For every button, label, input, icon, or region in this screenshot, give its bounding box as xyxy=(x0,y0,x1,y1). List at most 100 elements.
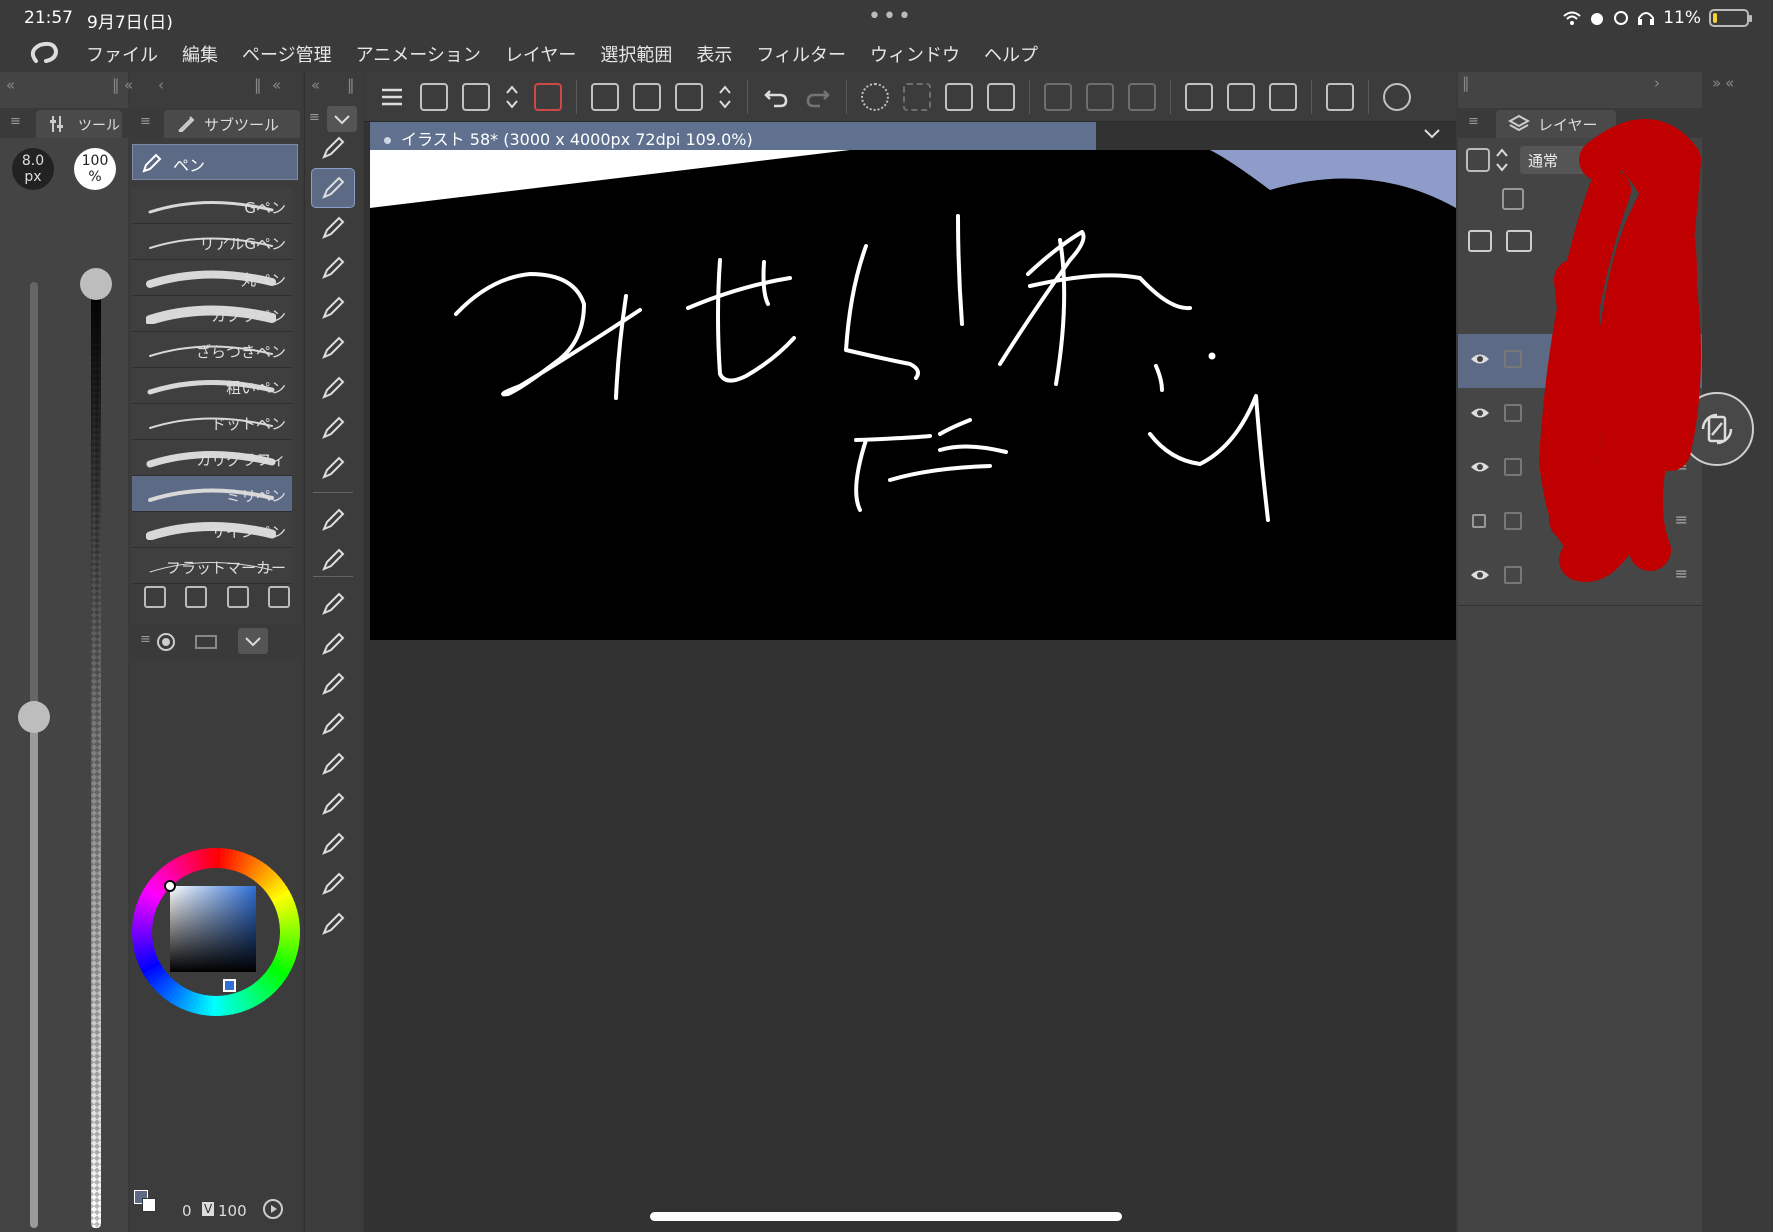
delete-layer-icon[interactable] xyxy=(1656,230,1676,252)
brush-size-slider-knob[interactable] xyxy=(18,701,50,734)
new-layer-icon[interactable] xyxy=(1468,230,1492,252)
layer-handle-icon[interactable]: ≡ xyxy=(1675,564,1688,583)
color-swatch-icon[interactable] xyxy=(134,1190,160,1216)
deselect-icon[interactable] xyxy=(1044,82,1072,111)
sv-picker-handle[interactable] xyxy=(164,880,176,892)
tool-balloon-icon[interactable] xyxy=(311,624,355,664)
layer-row[interactable]: 常 ≡ xyxy=(1458,496,1702,552)
layer-row[interactable]: ≡ xyxy=(1458,388,1702,444)
brush-item[interactable]: ざらつきペン xyxy=(132,332,292,368)
new-folder-icon[interactable] xyxy=(1506,230,1532,252)
collapse-left-icon[interactable]: « xyxy=(6,76,15,94)
tool-brush-icon[interactable] xyxy=(311,248,355,288)
menu-layer[interactable]: レイヤー xyxy=(505,41,576,67)
brush-item[interactable]: カリグラフィ xyxy=(132,440,292,476)
chevron-right-icon[interactable]: › xyxy=(1654,74,1660,92)
save-icon[interactable] xyxy=(675,82,703,111)
tool-fill-icon[interactable] xyxy=(311,784,355,824)
subtool-group-pen[interactable]: ペン xyxy=(132,144,298,180)
menu-help[interactable]: ヘルプ xyxy=(984,41,1038,67)
tool-text-icon[interactable] xyxy=(311,584,355,624)
document-tab[interactable]: イラスト 58* (3000 x 4000px 72dpi 109.0%) xyxy=(370,122,1096,150)
tool-figure-ruler-icon[interactable] xyxy=(311,448,355,488)
panel-menu-icon[interactable]: ≡ xyxy=(10,114,21,129)
select-all-icon[interactable] xyxy=(903,82,931,111)
layer-color-icon[interactable] xyxy=(1466,148,1490,172)
brush-item[interactable]: 粗いペン xyxy=(132,368,292,404)
expand-selection-icon[interactable] xyxy=(1128,82,1156,111)
redo-icon[interactable] xyxy=(804,83,832,111)
chevron-down-icon[interactable] xyxy=(1422,126,1442,142)
color-wheel[interactable] xyxy=(132,848,300,1016)
menu-edit[interactable]: 編集 xyxy=(182,41,218,67)
brush-ruler-icon[interactable] xyxy=(1227,82,1255,111)
hidden-layer-box[interactable] xyxy=(1472,514,1486,528)
panel-grip-icon[interactable]: ‖ xyxy=(1462,74,1470,92)
brush-item[interactable]: サインペン xyxy=(132,512,292,548)
brush-item[interactable]: 丸ペン xyxy=(132,260,292,296)
panel-menu-icon[interactable]: ≡ xyxy=(140,114,151,129)
layer-handle-icon[interactable]: ≡ xyxy=(1675,510,1688,529)
brush-item[interactable]: カブラペン xyxy=(132,296,292,332)
eye-icon[interactable] xyxy=(1470,568,1490,582)
crop-icon[interactable] xyxy=(987,82,1015,111)
tool-blend-icon[interactable] xyxy=(311,368,355,408)
undo-icon[interactable] xyxy=(762,83,790,111)
menu-page[interactable]: ページ管理 xyxy=(242,41,332,67)
collapse-tools-icon[interactable]: « xyxy=(311,76,320,94)
panel-grip-icon[interactable]: ‖ xyxy=(347,76,355,94)
layer-row[interactable]: ≡ xyxy=(1458,550,1702,606)
layer-handle-icon[interactable]: ≡ xyxy=(1675,456,1688,475)
hamburger-menu-icon[interactable] xyxy=(378,83,406,111)
tab-layer[interactable]: レイヤー xyxy=(1496,110,1616,138)
tool-hand-icon[interactable] xyxy=(311,744,355,784)
duplicate-subtool-icon[interactable] xyxy=(226,586,249,608)
color-panel-dropdown[interactable] xyxy=(238,628,268,654)
layer-handle-icon[interactable]: ≡ xyxy=(1675,348,1688,367)
blend-mode-select[interactable]: 通常 xyxy=(1520,146,1610,174)
brush-item[interactable]: フラットマーカー xyxy=(132,548,292,584)
eye-icon[interactable] xyxy=(1470,460,1490,474)
tool-3d-icon[interactable] xyxy=(311,824,355,864)
open-folder-icon[interactable] xyxy=(633,82,661,111)
hue-picker-handle[interactable] xyxy=(223,979,236,992)
layer-row[interactable]: ≡ xyxy=(1458,442,1702,498)
new-file-icon[interactable] xyxy=(591,82,619,111)
fill-bucket-icon[interactable] xyxy=(945,82,973,111)
eye-icon[interactable] xyxy=(1470,406,1490,420)
canvas[interactable] xyxy=(370,150,1456,640)
device-icon[interactable] xyxy=(1326,82,1354,111)
fit-canvas-icon[interactable] xyxy=(420,82,448,111)
panel-menu-icon[interactable]: ≡ xyxy=(1468,114,1479,129)
tool-line-icon[interactable] xyxy=(311,864,355,904)
menu-selection[interactable]: 選択範囲 xyxy=(600,41,672,67)
help-icon[interactable] xyxy=(1383,82,1411,111)
eye-icon[interactable] xyxy=(1470,352,1490,366)
quick-access-icon[interactable] xyxy=(534,82,562,111)
perspective-ruler-icon[interactable] xyxy=(1269,82,1297,111)
transform-canvas-icon[interactable] xyxy=(462,82,490,111)
tool-airbrush-icon[interactable] xyxy=(311,288,355,328)
multitask-dots-icon[interactable]: ••• xyxy=(868,4,913,29)
collapse-subtool-icon[interactable]: « xyxy=(124,76,133,94)
panel-grip-icon[interactable]: ‖ xyxy=(112,76,120,94)
color-wheel-tab-icon[interactable] xyxy=(156,632,176,652)
brush-size-slider[interactable] xyxy=(30,282,38,1228)
color-slider-tab-icon[interactable] xyxy=(194,632,218,652)
menu-view[interactable]: 表示 xyxy=(696,41,732,67)
opacity-slider[interactable] xyxy=(91,282,101,1228)
lock-layer-icon[interactable] xyxy=(1648,188,1670,210)
tool-sparkle-icon[interactable] xyxy=(311,500,355,540)
play-icon[interactable] xyxy=(262,1198,284,1220)
home-indicator[interactable] xyxy=(650,1212,1122,1221)
panel-menu-icon[interactable]: ≡ xyxy=(140,632,151,647)
tab-subtool[interactable]: サブツール xyxy=(164,110,300,138)
tool-decoration-icon[interactable] xyxy=(311,408,355,448)
tool-eyedropper-icon[interactable] xyxy=(311,904,355,944)
stepper-icon[interactable] xyxy=(1664,146,1680,174)
brush-size-readout[interactable]: 8.0 px xyxy=(12,148,54,190)
app-logo-icon[interactable] xyxy=(24,39,68,69)
tool-operation-icon[interactable] xyxy=(311,704,355,744)
invert-selection-icon[interactable] xyxy=(1086,82,1114,111)
delete-subtool-icon[interactable] xyxy=(268,586,291,608)
